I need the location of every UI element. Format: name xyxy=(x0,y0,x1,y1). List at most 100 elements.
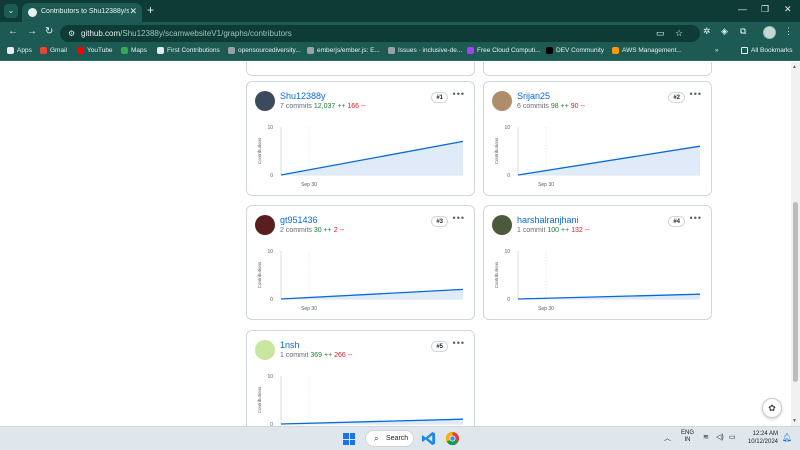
windows-start-icon[interactable] xyxy=(343,433,355,445)
commit-count-link[interactable]: 1 commit xyxy=(280,352,308,359)
minimize-icon[interactable]: — xyxy=(738,4,747,14)
bookmark-issues-inclusive[interactable]: Issues · inclusive-de... xyxy=(388,47,462,54)
site-info-icon[interactable]: ⚙ xyxy=(68,29,75,38)
system-clock[interactable]: 12:24 AM 10/12/2024 xyxy=(744,430,778,446)
search-label: Search xyxy=(386,435,409,442)
tray-expand-icon[interactable]: ︿ xyxy=(664,433,671,443)
extension-icon[interactable]: ◈ xyxy=(721,26,728,37)
y-tick-label: 10 xyxy=(267,125,273,131)
volume-icon[interactable]: ◁) xyxy=(716,433,724,441)
bookmark-opensourcediversity[interactable]: opensourcediversity... xyxy=(228,47,301,54)
contributor-name-link[interactable]: harshalranjhani xyxy=(517,215,579,225)
bookmark-label: Issues · inclusive-de... xyxy=(398,47,463,54)
more-options-icon[interactable]: ••• xyxy=(453,89,465,99)
y-tick-label: 10 xyxy=(504,125,510,131)
chrome-icon[interactable] xyxy=(445,431,460,446)
apps-grid-icon xyxy=(7,47,14,54)
tab-search-button[interactable]: ⌄ xyxy=(4,4,18,18)
commit-count-link[interactable]: 2 commits xyxy=(280,227,312,234)
bookmark-label: First Contributions xyxy=(167,47,220,54)
additions-count: 98 ++ xyxy=(550,103,569,110)
chart-svg: 010ContributionsSep 30 xyxy=(494,125,701,188)
more-options-icon[interactable]: ••• xyxy=(690,213,702,223)
contributor-stats: 7 commits 12,037 ++ 166 -- xyxy=(280,103,366,110)
more-options-icon[interactable]: ••• xyxy=(690,89,702,99)
avatar[interactable] xyxy=(255,91,275,111)
bookmarks-overflow-button[interactable]: » xyxy=(715,47,719,54)
taskbar-search[interactable]: ⌕ Search xyxy=(365,430,414,447)
contributor-name-link[interactable]: gt951436 xyxy=(280,215,318,225)
extension-gear-icon[interactable]: ✲ xyxy=(703,26,711,37)
bookmark-aws[interactable]: AWS Management... xyxy=(612,47,682,54)
tab-close-icon[interactable]: ✕ xyxy=(129,6,137,17)
bookmark-gmail[interactable]: Gmail xyxy=(40,47,67,54)
all-bookmarks-button[interactable]: All Bookmarks xyxy=(741,47,793,54)
bookmark-free-cloud[interactable]: Free Cloud Computi... xyxy=(467,47,541,54)
github-icon xyxy=(228,47,235,54)
deletions-count: 166 -- xyxy=(347,103,366,110)
contributor-name-link[interactable]: Srijan25 xyxy=(517,91,550,101)
avatar[interactable] xyxy=(492,215,512,235)
address-bar[interactable]: ⚙ github.com/Shu12388y/scamwebsiteV1/gra… xyxy=(60,25,700,42)
scroll-down-icon[interactable]: ▼ xyxy=(792,418,797,424)
y-axis-label: Contributions xyxy=(257,137,262,164)
reload-icon[interactable]: ↻ xyxy=(45,26,53,37)
wifi-icon[interactable]: ≋ xyxy=(703,433,709,441)
chart-svg: 010ContributionsSep 30 xyxy=(257,374,464,426)
extensions-puzzle-icon[interactable]: ⧉ xyxy=(740,26,746,37)
contributor-card: gt951436 2 commits 30 ++ 2 -- #3 ••• 0 10 Cont… xyxy=(246,205,475,320)
y-axis-label: Contributions xyxy=(494,137,499,164)
forward-icon[interactable]: → xyxy=(27,26,37,37)
bookmark-apps[interactable]: Apps xyxy=(7,47,32,54)
page-content: Shu12388y 7 commits 12,037 ++ 166 -- #1 •••… xyxy=(0,62,800,426)
y-tick-label: 10 xyxy=(267,374,273,380)
avatar[interactable] xyxy=(255,215,275,235)
contributor-name-link[interactable]: 1nsh xyxy=(280,340,300,350)
bookmark-dev-community[interactable]: DEV Community xyxy=(546,47,604,54)
address-url[interactable]: github.com/Shu12388y/scamwebsiteV1/graph… xyxy=(81,29,292,38)
notification-bell-icon[interactable]: 🔔︎ xyxy=(782,433,792,442)
bookmark-youtube[interactable]: YouTube xyxy=(77,47,113,54)
profile-avatar[interactable] xyxy=(763,26,776,39)
new-tab-button[interactable]: + xyxy=(147,3,154,17)
contributor-name-link[interactable]: Shu12388y xyxy=(280,91,326,101)
avatar[interactable] xyxy=(255,340,275,360)
copilot-icon[interactable]: ✿ xyxy=(762,398,782,418)
back-icon[interactable]: ← xyxy=(8,26,18,37)
language-code: ENG xyxy=(681,430,695,436)
bookmark-maps[interactable]: Maps xyxy=(121,47,147,54)
bookmark-label: YouTube xyxy=(87,47,113,54)
restore-icon[interactable]: ❐ xyxy=(761,4,769,15)
bookmark-emberjs[interactable]: emberjs/ember.js: E... xyxy=(307,47,380,54)
chrome-menu-icon[interactable]: ⋮ xyxy=(784,26,793,37)
commit-count-link[interactable]: 7 commits xyxy=(280,103,312,110)
cast-icon[interactable]: ▭ xyxy=(656,28,665,39)
vscode-icon[interactable] xyxy=(421,431,436,446)
language-indicator[interactable]: ENG IN xyxy=(681,430,694,444)
scroll-thumb[interactable] xyxy=(793,202,798,382)
y-tick-label: 0 xyxy=(507,297,510,303)
cloud-icon xyxy=(467,47,474,54)
scroll-up-icon[interactable]: ▲ xyxy=(792,64,797,70)
bookmark-label: Free Cloud Computi... xyxy=(477,47,541,54)
contribution-chart: 010ContributionsSep 30 xyxy=(492,119,704,191)
avatar[interactable] xyxy=(492,91,512,111)
page-scrollbar[interactable]: ▲ ▼ xyxy=(791,62,800,426)
contribution-chart: 010ContributionsSep 30 xyxy=(255,368,467,426)
rank-badge: #3 xyxy=(431,216,448,227)
window-close-icon[interactable]: ✕ xyxy=(784,4,792,15)
bookmarks-bar: Apps Gmail YouTube Maps First Contributi… xyxy=(0,44,800,61)
battery-icon[interactable]: ▭ xyxy=(729,433,736,441)
more-options-icon[interactable]: ••• xyxy=(453,338,465,348)
browser-tab-active[interactable]: Contributors to Shu12388y/sca ✕ xyxy=(22,3,142,22)
bookmark-label: emberjs/ember.js: E... xyxy=(317,47,380,54)
additions-count: 30 ++ xyxy=(313,227,332,234)
commit-count-link[interactable]: 1 commit xyxy=(517,227,545,234)
deletions-count: 266 -- xyxy=(334,352,353,359)
more-options-icon[interactable]: ••• xyxy=(453,213,465,223)
bookmark-label: AWS Management... xyxy=(622,47,682,54)
bookmark-first-contributions[interactable]: First Contributions xyxy=(157,47,220,54)
commit-count-link[interactable]: 6 commits xyxy=(517,103,549,110)
aws-icon xyxy=(612,47,619,54)
bookmark-star-icon[interactable]: ☆ xyxy=(675,28,683,39)
